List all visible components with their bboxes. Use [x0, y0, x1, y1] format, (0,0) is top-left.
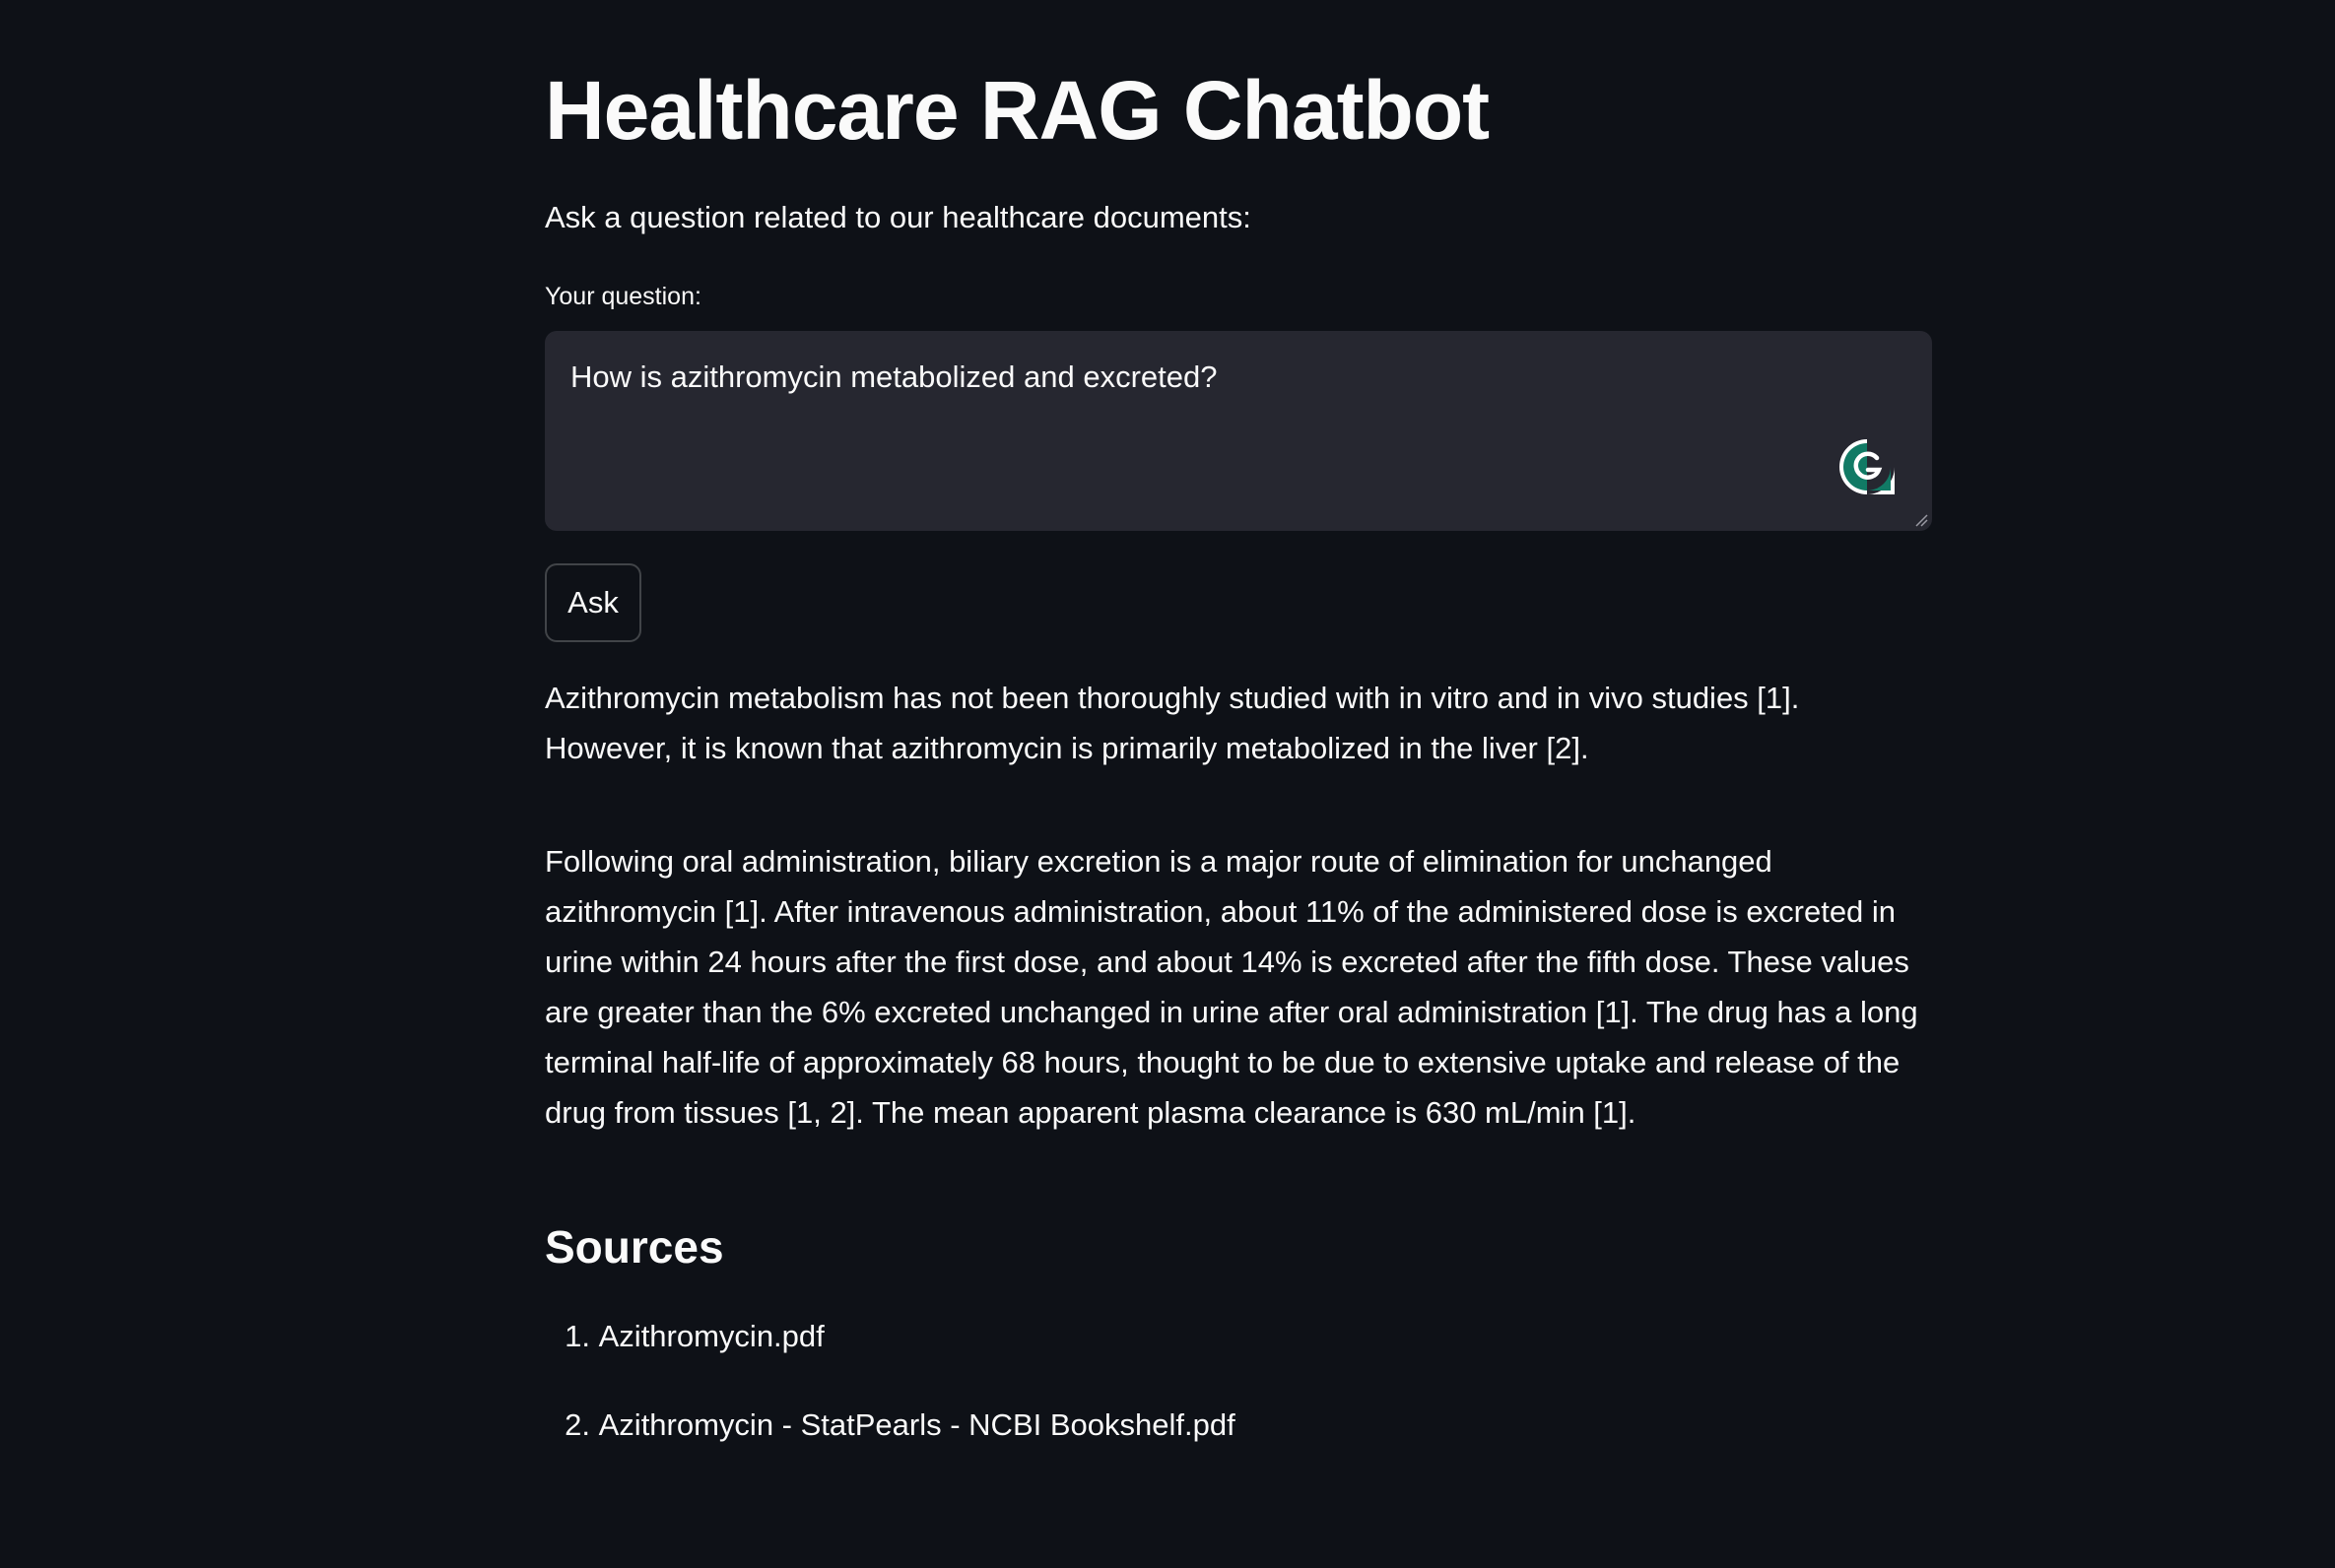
- source-name: Azithromycin - StatPearls - NCBI Bookshe…: [598, 1407, 1235, 1442]
- intro-text: Ask a question related to our healthcare…: [545, 200, 1251, 234]
- sources-heading: Sources: [545, 1221, 724, 1273]
- source-list-item: 1. Azithromycin.pdf: [545, 1314, 825, 1359]
- source-name: Azithromycin.pdf: [598, 1319, 825, 1353]
- resize-handle-icon[interactable]: [1914, 513, 1928, 527]
- grammarly-icon[interactable]: [1837, 437, 1897, 496]
- ask-button[interactable]: Ask: [545, 563, 641, 642]
- question-textarea-container: How is azithromycin metabolized and excr…: [545, 331, 1932, 531]
- answer-paragraph: Following oral administration, biliary e…: [545, 844, 1918, 1130]
- question-input[interactable]: How is azithromycin metabolized and excr…: [545, 331, 1932, 531]
- answer-paragraph: Azithromycin metabolism has not been tho…: [545, 681, 1800, 765]
- source-number: 2.: [565, 1407, 590, 1442]
- source-list-item: 2. Azithromycin - StatPearls - NCBI Book…: [545, 1403, 1235, 1448]
- source-number: 1.: [565, 1319, 590, 1353]
- page-title: Healthcare RAG Chatbot: [545, 64, 1490, 157]
- question-label: Your question:: [545, 283, 701, 310]
